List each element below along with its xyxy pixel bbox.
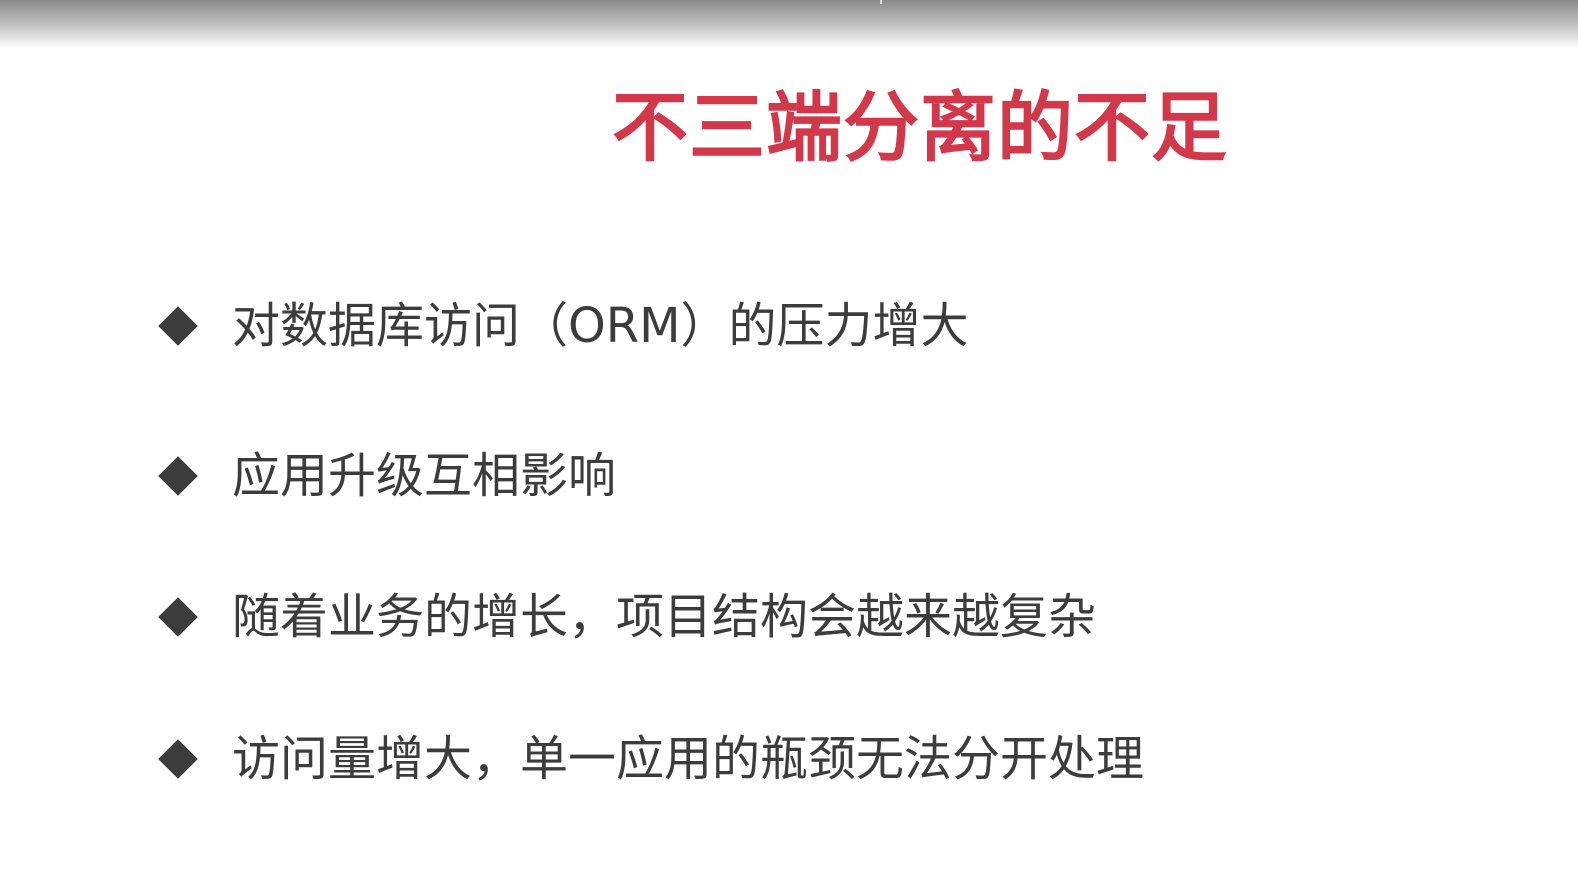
bullet-text: 访问量增大，单一应用的瓶颈无法分开处理 <box>232 731 1145 787</box>
bullet-item: 对数据库访问（ORM）的压力增大 <box>158 296 969 356</box>
top-tick-mark <box>880 0 882 4</box>
top-shadow-bar <box>0 0 1578 48</box>
bullet-text: 对数据库访问（ORM）的压力增大 <box>232 298 969 354</box>
diamond-bullet-icon <box>158 456 198 496</box>
diamond-bullet-icon <box>158 597 198 637</box>
bullet-item: 随着业务的增长，项目结构会越来越复杂 <box>158 587 1097 647</box>
bullet-item: 访问量增大，单一应用的瓶颈无法分开处理 <box>158 729 1145 789</box>
slide-title: 不三端分离的不足 <box>612 83 1228 172</box>
diamond-bullet-icon <box>158 739 198 779</box>
bullet-item: 应用升级互相影响 <box>158 446 617 506</box>
bullet-text: 应用升级互相影响 <box>232 448 617 504</box>
bullet-text: 随着业务的增长，项目结构会越来越复杂 <box>232 589 1097 645</box>
diamond-bullet-icon <box>158 306 198 346</box>
slide: 不三端分离的不足 对数据库访问（ORM）的压力增大 应用升级互相影响 随着业务的… <box>0 0 1578 879</box>
